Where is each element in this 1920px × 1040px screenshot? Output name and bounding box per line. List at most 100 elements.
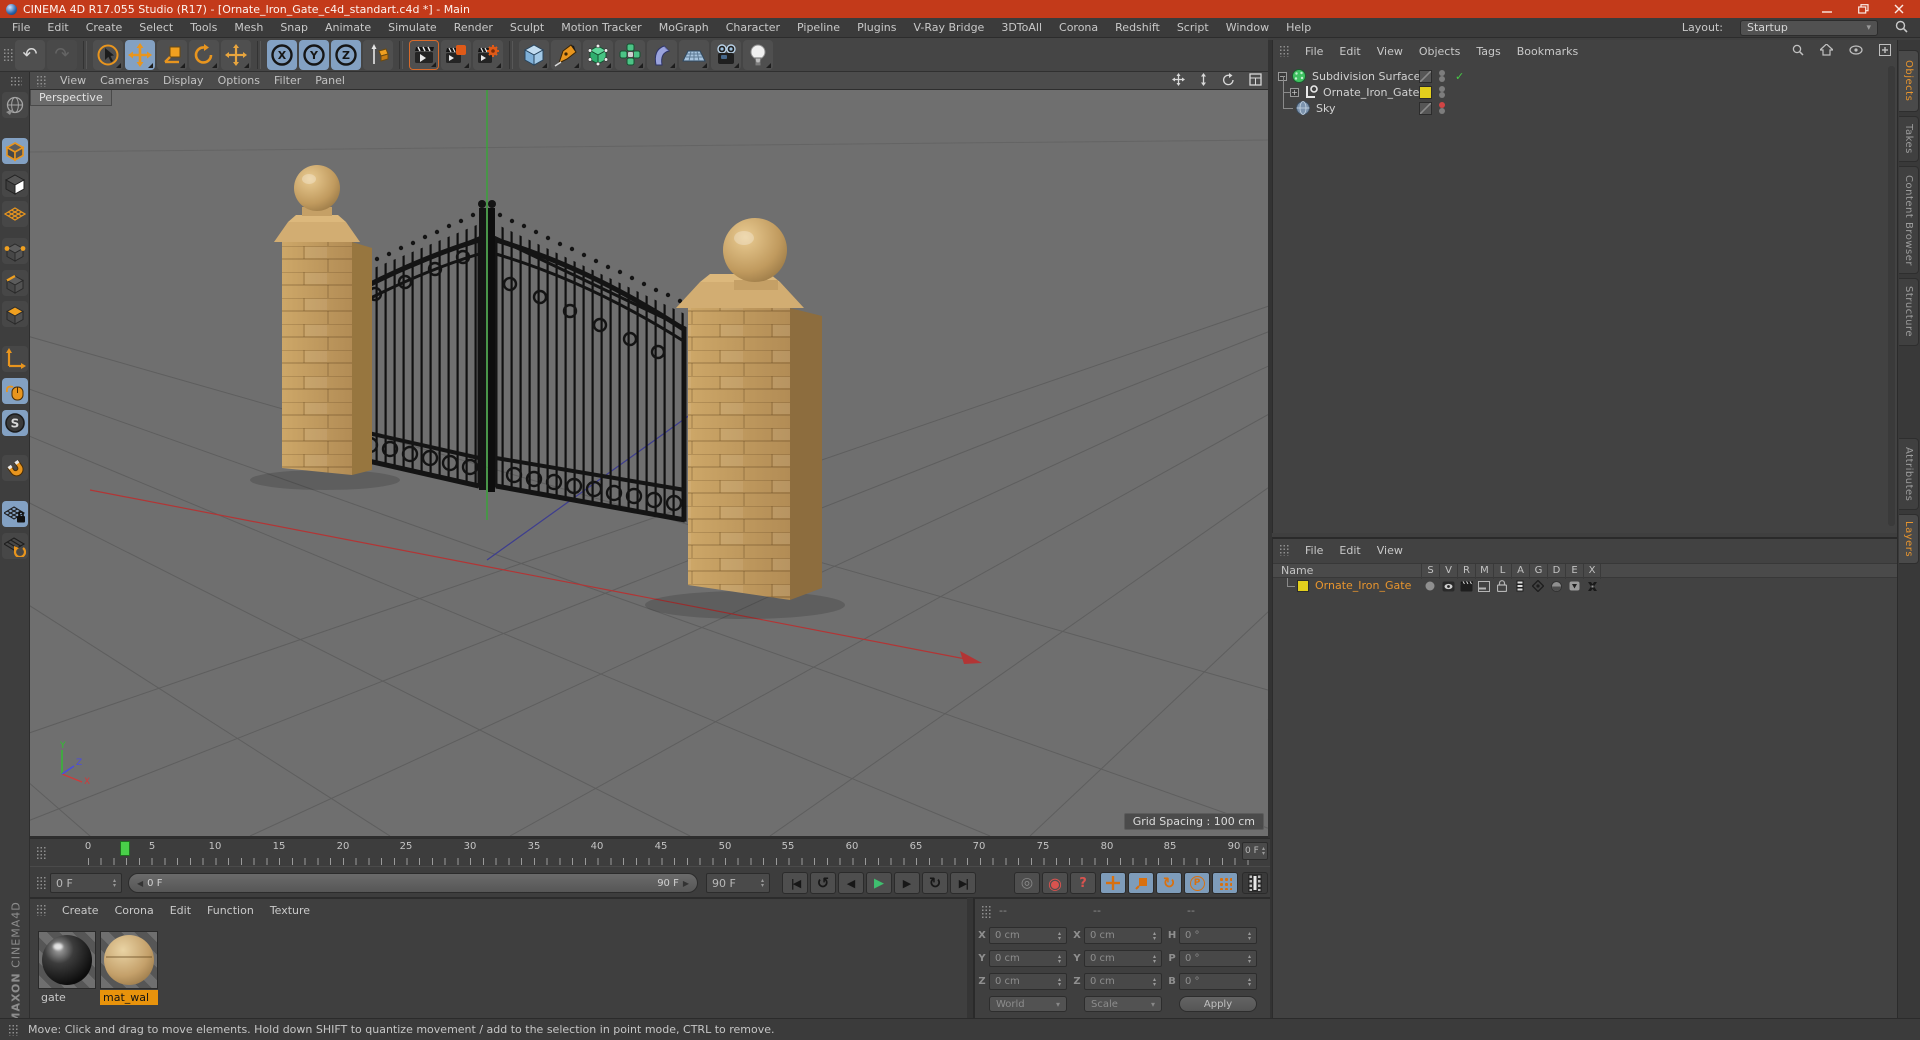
om-menu-item[interactable]: View: [1377, 45, 1403, 58]
record-position-button[interactable]: [1100, 872, 1126, 894]
playhead[interactable]: [120, 841, 130, 856]
om-menu-item[interactable]: Objects: [1419, 45, 1461, 58]
visibility-toggles[interactable]: [1439, 69, 1447, 83]
scrollbar[interactable]: [1888, 66, 1895, 526]
lm-menu-item[interactable]: File: [1305, 544, 1323, 557]
add-floor-button[interactable]: [679, 39, 709, 70]
menu-item[interactable]: V-Ray Bridge: [913, 21, 984, 34]
record-parameter-button[interactable]: P: [1184, 872, 1210, 894]
zoom-view-icon[interactable]: [1199, 72, 1208, 89]
snap-settings-button[interactable]: S: [2, 410, 28, 436]
mat-menu-item[interactable]: Function: [207, 904, 254, 917]
move-tool-button[interactable]: [125, 39, 155, 70]
column-s[interactable]: S: [1421, 564, 1439, 579]
viewport-menu-item[interactable]: Filter: [274, 74, 301, 87]
visibility-filter-icon[interactable]: [1849, 44, 1863, 58]
material-thumbnail-mat-wal[interactable]: [100, 931, 158, 989]
column-m[interactable]: M: [1475, 564, 1493, 579]
layer-swatch[interactable]: [1419, 101, 1432, 115]
stepper-icon[interactable]: ▴ ▾: [761, 878, 764, 889]
column-v[interactable]: V: [1439, 564, 1457, 579]
menu-item[interactable]: Motion Tracker: [561, 21, 641, 34]
menu-item[interactable]: Select: [139, 21, 173, 34]
render-toggle-icon[interactable]: [1457, 579, 1475, 593]
column-d[interactable]: D: [1547, 564, 1565, 579]
menu-item[interactable]: Help: [1286, 21, 1311, 34]
solo-toggle-icon[interactable]: [1421, 579, 1439, 593]
autokeying-button[interactable]: ◉: [1042, 872, 1068, 894]
panel-drag-handle[interactable]: [981, 905, 991, 919]
om-menu-item[interactable]: File: [1305, 45, 1323, 58]
texture-mode-button[interactable]: [2, 171, 28, 197]
visibility-toggles[interactable]: [1439, 101, 1447, 115]
menu-item[interactable]: Script: [1177, 21, 1209, 34]
edges-mode-button[interactable]: [2, 270, 28, 296]
record-pla-button[interactable]: [1212, 872, 1238, 894]
render-to-picture-viewer-button[interactable]: [441, 39, 471, 70]
pan-view-icon[interactable]: [1172, 72, 1185, 89]
mat-menu-item[interactable]: Create: [62, 904, 99, 917]
panel-drag-handle[interactable]: [1279, 45, 1289, 57]
rot-h-field[interactable]: 0 ° ▴ ▾: [1179, 927, 1257, 944]
ruler-frame-field[interactable]: 0 F ▴ ▾: [1242, 842, 1268, 860]
menu-item[interactable]: Snap: [280, 21, 308, 34]
rot-b-field[interactable]: 0 ° ▴ ▾: [1179, 973, 1257, 990]
redo-button[interactable]: ↷: [47, 39, 77, 70]
pos-x-field[interactable]: 0 cm ▴ ▾: [989, 927, 1067, 944]
apply-button[interactable]: Apply: [1179, 996, 1257, 1012]
menu-item[interactable]: Sculpt: [510, 21, 544, 34]
menu-item[interactable]: MoGraph: [659, 21, 709, 34]
tab-objects[interactable]: Objects: [1899, 50, 1919, 112]
add-bend-deformer-button[interactable]: [647, 39, 677, 70]
menu-item[interactable]: Character: [726, 21, 780, 34]
menu-item[interactable]: Edit: [47, 21, 68, 34]
play-backwards-button[interactable]: ↺: [810, 872, 836, 894]
column-x[interactable]: X: [1583, 564, 1601, 579]
object-name[interactable]: Subdivision Surface: [1312, 70, 1420, 83]
rotate-view-icon[interactable]: [1222, 72, 1235, 89]
animation-palette-button[interactable]: [1242, 872, 1268, 894]
manager-toggle-icon[interactable]: [1475, 579, 1493, 593]
expressions-toggle-icon[interactable]: [1565, 579, 1583, 593]
make-editable-button[interactable]: [2, 92, 28, 118]
add-light-button[interactable]: [743, 39, 773, 70]
object-row-ornate-iron-gate[interactable]: + Ornate_Iron_Gate: [1273, 76, 1898, 100]
menu-item[interactable]: 3DToAll: [1001, 21, 1042, 34]
minimize-button[interactable]: [1812, 1, 1842, 17]
material-name-selected[interactable]: mat_wal: [100, 990, 158, 1005]
add-subdivision-surface-button[interactable]: [583, 39, 613, 70]
live-selection-tool-button[interactable]: [93, 39, 123, 70]
om-menu-item[interactable]: Tags: [1476, 45, 1500, 58]
tab-structure[interactable]: Structure: [1899, 278, 1919, 346]
lm-menu-item[interactable]: Edit: [1339, 544, 1360, 557]
viewport-solo-button[interactable]: [2, 378, 28, 404]
statusbar-drag-handle[interactable]: [8, 1023, 18, 1036]
toggle-view-icon[interactable]: [1249, 72, 1262, 89]
goto-end-button[interactable]: ▶|: [950, 872, 976, 894]
maximize-button[interactable]: [1848, 1, 1878, 17]
om-menu-item[interactable]: Bookmarks: [1517, 45, 1578, 58]
record-scale-button[interactable]: [1128, 872, 1154, 894]
viewport-menu-item[interactable]: View: [60, 74, 86, 87]
layer-name[interactable]: Ornate_Iron_Gate: [1315, 579, 1411, 592]
timeline-ruler[interactable]: 0 5 10 15 20 25 30 35 40 45 50 55 60 65 …: [30, 838, 1270, 867]
rotate-tool-button[interactable]: [189, 39, 219, 70]
end-frame-field[interactable]: 90 F ▴ ▾: [706, 873, 770, 893]
search-icon[interactable]: [1895, 20, 1908, 36]
expand-toggle[interactable]: +: [1290, 87, 1299, 97]
column-e[interactable]: E: [1565, 564, 1583, 579]
workplane-align-button[interactable]: [2, 533, 28, 559]
viewport-menu-item[interactable]: Panel: [315, 74, 345, 87]
frame-ruler[interactable]: 0 5 10 15 20 25 30 35 40 45 50 55 60 65 …: [70, 839, 1250, 867]
close-button[interactable]: [1884, 1, 1914, 17]
tab-layers[interactable]: Layers: [1899, 514, 1919, 564]
deformers-toggle-icon[interactable]: [1547, 579, 1565, 593]
lock-z-axis-button[interactable]: Z: [331, 39, 361, 70]
menu-item[interactable]: Create: [86, 21, 123, 34]
mat-menu-item[interactable]: Corona: [115, 904, 154, 917]
lock-x-axis-button[interactable]: X: [267, 39, 297, 70]
menu-item[interactable]: Mesh: [234, 21, 263, 34]
view-toggle-icon[interactable]: [1439, 579, 1457, 593]
layout-select[interactable]: Startup ▾: [1740, 19, 1878, 36]
layer-swatch[interactable]: [1419, 85, 1432, 99]
